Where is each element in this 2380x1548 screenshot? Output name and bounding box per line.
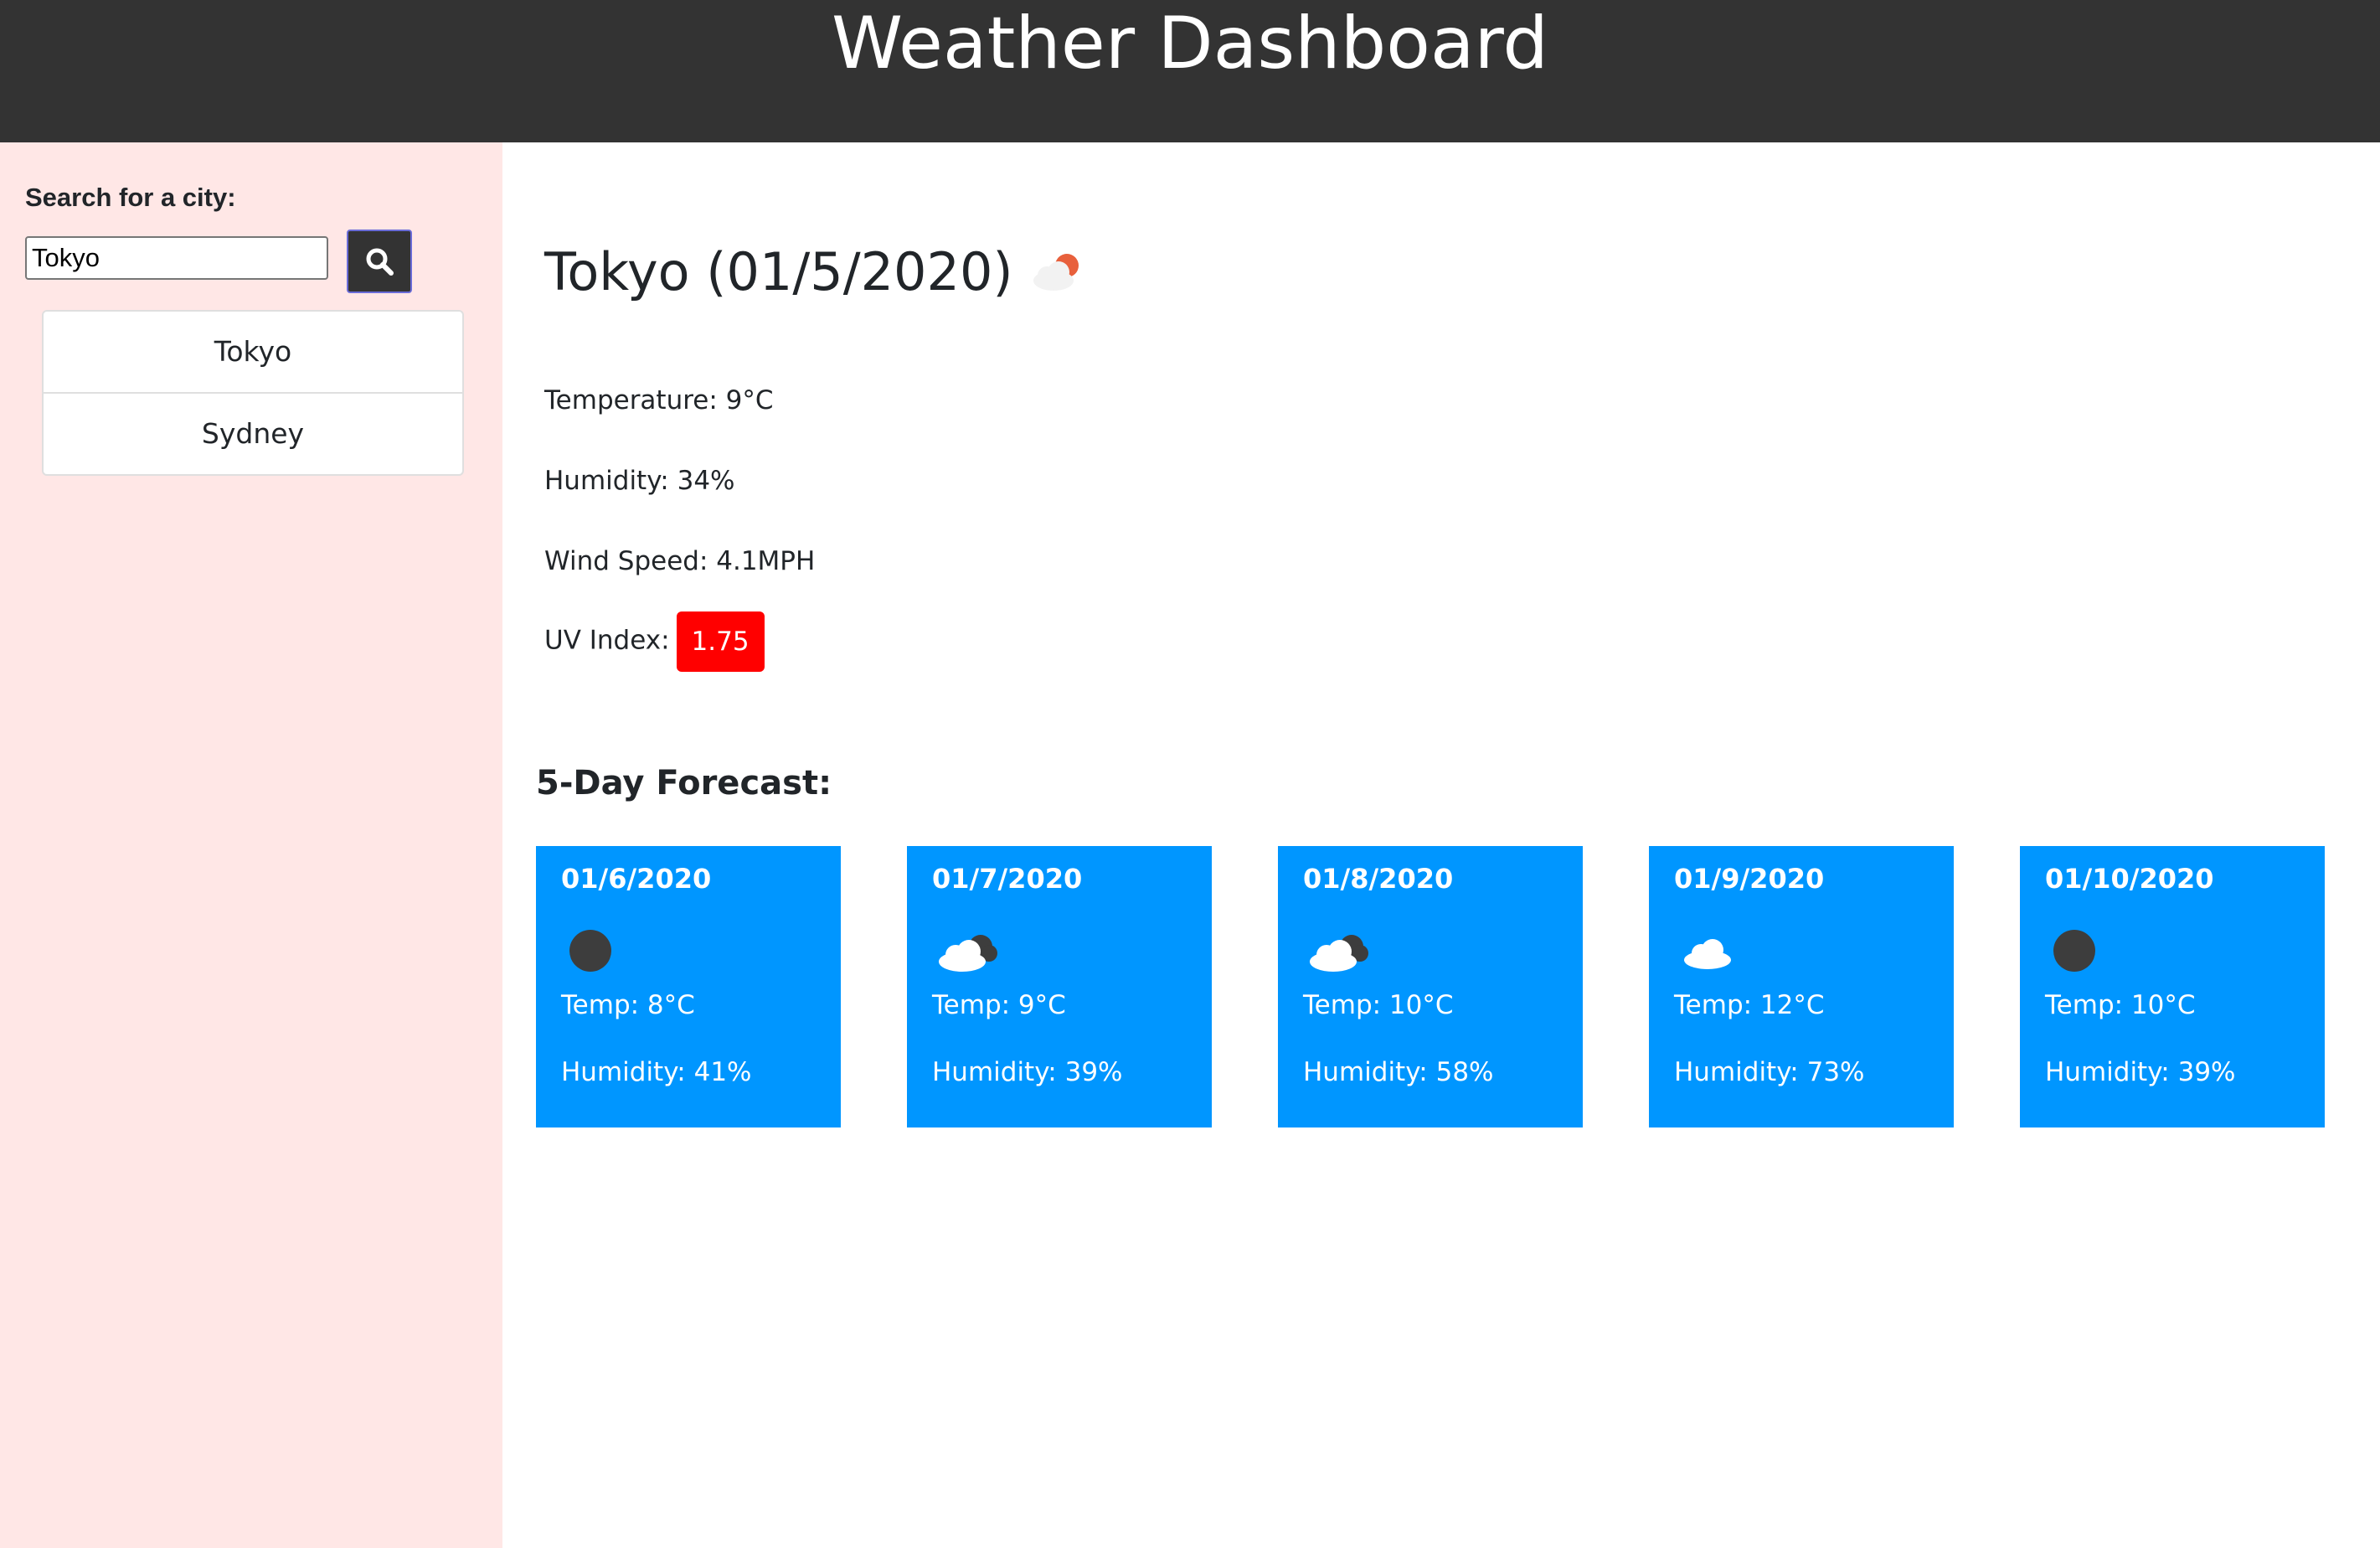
header: Weather Dashboard [0,0,2380,142]
search-input[interactable] [25,236,328,280]
search-button[interactable] [347,230,412,293]
forecast-temp: Temp: 10°C [2045,990,2196,1020]
forecast-humidity: Humidity: 39% [932,1057,1123,1087]
search-label: Search for a city: [25,183,236,212]
forecast-card: 01/10/2020 Temp: 10°C Humidity: 39% [2020,846,2325,1127]
moon-icon [2045,921,2120,980]
current-city-title: Tokyo (01/5/2020) [544,241,1013,302]
history-item-tokyo[interactable]: Tokyo [44,312,462,392]
forecast-temp: Temp: 9°C [932,990,1066,1020]
cloud-icon [1674,921,1749,980]
cloud-icon [932,921,1007,980]
current-uv-row: UV Index: 1.75 [544,611,765,672]
forecast-date: 01/7/2020 [932,863,1083,895]
forecast-temp: Temp: 10°C [1303,990,1454,1020]
search-history-list: Tokyo Sydney [42,310,464,476]
moon-icon [561,921,636,980]
cloud-sun-icon [1028,247,1087,297]
current-humidity: Humidity: 34% [544,466,735,496]
forecast-temp: Temp: 8°C [561,990,695,1020]
current-temperature: Temperature: 9°C [544,385,774,415]
current-city-heading: Tokyo (01/5/2020) [544,243,1087,302]
cloud-icon [1303,921,1378,980]
forecast-humidity: Humidity: 39% [2045,1057,2236,1087]
current-wind-speed: Wind Speed: 4.1MPH [544,546,816,576]
uv-index-badge: 1.75 [676,611,765,672]
forecast-temp: Temp: 12°C [1674,990,1825,1020]
forecast-heading: 5-Day Forecast: [536,764,832,802]
forecast-cards: 01/6/2020 Temp: 8°C Humidity: 41% 01/7/2… [536,846,2325,1127]
forecast-card: 01/6/2020 Temp: 8°C Humidity: 41% [536,846,841,1127]
forecast-date: 01/8/2020 [1303,863,1454,895]
uv-index-label: UV Index: [544,625,670,656]
forecast-card: 01/7/2020 Temp: 9°C Humidity: 39% [907,846,1212,1127]
sidebar: Search for a city: Tokyo Sydney [0,142,502,1548]
history-item-sydney[interactable]: Sydney [44,392,462,474]
main-content: Tokyo (01/5/2020) Temperature: 9°C Humid… [502,142,2380,1548]
forecast-humidity: Humidity: 58% [1303,1057,1494,1087]
page-title: Weather Dashboard [831,2,1548,85]
forecast-card: 01/9/2020 Temp: 12°C Humidity: 73% [1649,846,1954,1127]
forecast-date: 01/10/2020 [2045,863,2214,895]
search-icon [366,248,394,276]
forecast-humidity: Humidity: 41% [561,1057,752,1087]
forecast-card: 01/8/2020 Temp: 10°C Humidity: 58% [1278,846,1583,1127]
forecast-date: 01/6/2020 [561,863,712,895]
forecast-date: 01/9/2020 [1674,863,1825,895]
forecast-humidity: Humidity: 73% [1674,1057,1865,1087]
